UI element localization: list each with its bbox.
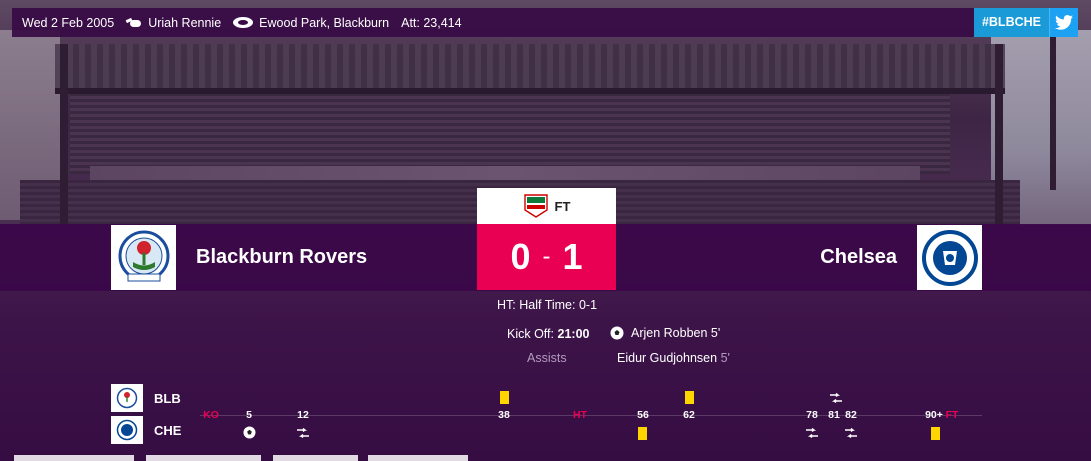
kickoff-label: Kick Off:: [507, 327, 555, 341]
referee: Uriah Rennie: [126, 16, 221, 30]
timeline-home-short: BLB: [154, 391, 181, 406]
timeline-fulltime-marker: FT: [945, 409, 959, 421]
yellow-card-icon[interactable]: [685, 391, 694, 404]
home-team-name[interactable]: Blackburn Rovers: [196, 246, 367, 269]
yellow-card-icon[interactable]: [500, 391, 509, 404]
timeline-minute: 5: [246, 409, 252, 421]
half-time-score: HT: Half Time: 0-1: [497, 298, 598, 312]
yellow-card-icon[interactable]: [638, 427, 647, 440]
twitter-hashtag-button[interactable]: #BLBCHE: [973, 8, 1078, 37]
assist-minute: 5': [720, 351, 730, 365]
yellow-card-icon[interactable]: [931, 427, 940, 440]
kickoff: Kick Off: 21:00: [507, 327, 589, 341]
chelsea-crest-icon: [921, 229, 978, 286]
score-separator: -: [542, 243, 551, 270]
kickoff-time: 21:00: [557, 327, 590, 341]
timeline-minute: 62: [683, 409, 695, 421]
substitution-icon[interactable]: [844, 428, 858, 439]
timeline-minute: 12: [297, 409, 309, 421]
football-icon: [610, 326, 624, 340]
timeline-kickoff-marker: KO: [203, 409, 219, 421]
tab-edge[interactable]: [14, 455, 134, 461]
substitution-icon[interactable]: [805, 428, 819, 439]
hashtag-label[interactable]: #BLBCHE: [973, 8, 1049, 37]
home-score: 0: [510, 236, 531, 277]
match-date: Wed 2 Feb 2005: [22, 15, 115, 30]
assist-player[interactable]: Eidur Gudjohnsen: [617, 351, 717, 365]
timeline-minute: 56: [637, 409, 649, 421]
timeline-halftime-marker: HT: [573, 409, 587, 421]
whistle-icon: [126, 18, 142, 28]
timeline-minute: 90+: [925, 409, 943, 421]
stadium-icon: [233, 17, 254, 28]
goal-event: Arjen Robben 5': [610, 326, 720, 340]
venue: Ewood Park, Blackburn: [233, 16, 389, 30]
away-team-name[interactable]: Chelsea: [820, 246, 897, 269]
football-icon[interactable]: [243, 426, 256, 439]
away-score: 1: [562, 236, 583, 277]
timeline-minute: 78: [806, 409, 818, 421]
blackburn-crest-icon: [116, 387, 138, 409]
referee-name: Uriah Rennie: [148, 15, 222, 30]
match-status-box: FT: [477, 188, 616, 224]
twitter-icon[interactable]: [1049, 8, 1078, 37]
attendance: Att: 23,414: [401, 15, 462, 30]
venue-name: Ewood Park, Blackburn: [259, 15, 390, 30]
assist-event: Eidur Gudjohnsen 5': [617, 351, 730, 365]
scoreline: 0 - 1: [477, 224, 616, 290]
tab-edge[interactable]: [273, 455, 358, 461]
assists-label: Assists: [527, 351, 567, 365]
match-status: FT: [554, 198, 571, 214]
tab-edge[interactable]: [368, 455, 468, 461]
timeline-away-crest: [111, 416, 143, 444]
away-team-crest[interactable]: [917, 225, 982, 290]
goal-scorer[interactable]: Arjen Robben 5': [631, 326, 720, 340]
timeline-home-crest: [111, 384, 143, 412]
home-team-crest[interactable]: [111, 225, 176, 290]
timeline-away-short: CHE: [154, 423, 182, 438]
match-info-bar: Wed 2 Feb 2005 Uriah Rennie Ewood Park, …: [12, 8, 1078, 37]
blackburn-crest-icon: [118, 230, 169, 281]
substitution-icon[interactable]: [296, 428, 310, 439]
tag-heuer-logo: [523, 194, 549, 218]
timeline-minute: 81: [828, 409, 840, 421]
timeline-axis: [200, 415, 982, 416]
timeline-minute: 38: [498, 409, 510, 421]
tab-edge[interactable]: [146, 455, 261, 461]
substitution-icon[interactable]: [829, 393, 843, 404]
chelsea-crest-icon: [116, 419, 138, 441]
timeline-minute: 82: [845, 409, 857, 421]
